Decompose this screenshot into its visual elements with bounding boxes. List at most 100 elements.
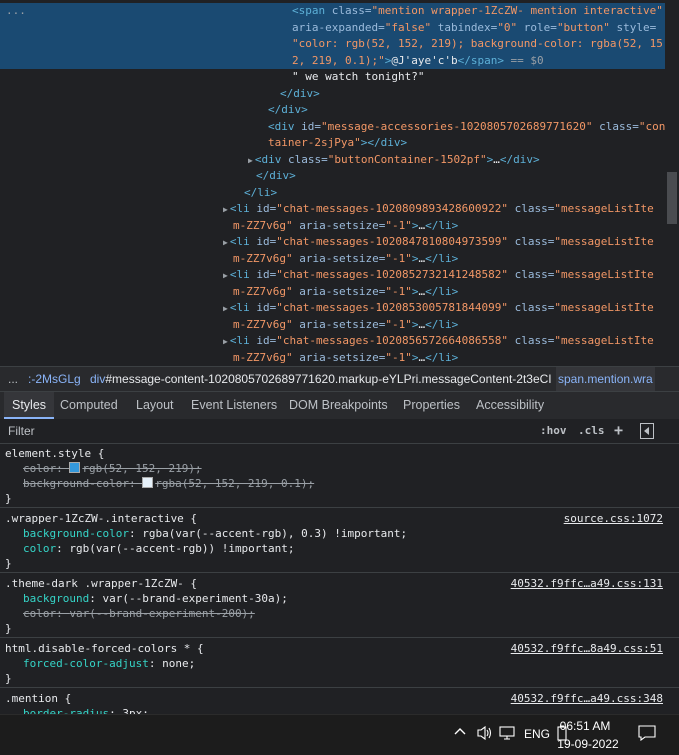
rule-selector[interactable]: .mention { bbox=[5, 691, 71, 706]
color-swatch-icon[interactable] bbox=[142, 477, 154, 488]
breadcrumb-item-1[interactable]: :-2MsGLg bbox=[28, 367, 81, 391]
property-name[interactable]: background-color bbox=[23, 477, 129, 490]
toggle-sidebar-icon[interactable] bbox=[640, 423, 654, 439]
tab-dom-breakpoints[interactable]: DOM Breakpoints bbox=[281, 392, 396, 419]
dom-node-line[interactable]: m-ZZ7v6g" aria-setsize="-1">…</li> bbox=[0, 350, 665, 367]
rule-selector[interactable]: html.disable-forced-colors * { bbox=[5, 641, 204, 656]
dom-node-line[interactable]: </div> bbox=[0, 102, 665, 119]
code-token: <div bbox=[268, 119, 302, 133]
class-toggle[interactable]: .cls bbox=[578, 419, 605, 443]
rule-source-link[interactable]: source.css:1072 bbox=[564, 511, 663, 526]
chevron-up-icon[interactable] bbox=[453, 725, 467, 743]
network-icon[interactable] bbox=[499, 725, 517, 745]
code-token: <div bbox=[254, 152, 288, 166]
property-name[interactable]: color bbox=[23, 607, 56, 620]
tab-computed[interactable]: Computed bbox=[52, 392, 126, 419]
property-value[interactable]: rgba(var(--accent-rgb), 0.3) !important; bbox=[142, 527, 407, 540]
breadcrumb-item-2[interactable]: div#message-content-1020805702689771620.… bbox=[90, 367, 552, 391]
code-token: class= bbox=[592, 119, 639, 133]
code-token: class= bbox=[508, 334, 555, 347]
dom-node-line[interactable]: ▶ <li id="chat-messages-10208565726640865… bbox=[0, 333, 665, 350]
scrollbar-thumb[interactable] bbox=[667, 172, 677, 224]
rule-source-link[interactable]: 40532.f9ffc…a49.css:348 bbox=[511, 691, 663, 706]
color-swatch-icon[interactable] bbox=[69, 462, 81, 473]
property-name[interactable]: color bbox=[23, 462, 56, 475]
code-token: "messageListIte bbox=[554, 301, 654, 314]
selected-node-line[interactable]: aria-expanded="false" tabindex="0" role=… bbox=[0, 19, 665, 36]
tab-properties[interactable]: Properties bbox=[395, 392, 468, 419]
property-name[interactable]: background-color bbox=[23, 527, 129, 540]
dom-node-line[interactable]: </div> bbox=[0, 86, 665, 103]
clock-date[interactable]: 19-09-2022 bbox=[553, 737, 623, 751]
code-token: </li> bbox=[425, 251, 459, 265]
rule-selector[interactable]: .theme-dark .wrapper-1ZcZW- { bbox=[5, 576, 197, 591]
property-value[interactable]: 3px; bbox=[122, 707, 149, 714]
property-value[interactable]: rgb(var(--accent-rgb)) !important; bbox=[69, 542, 294, 555]
property-value[interactable]: none; bbox=[162, 657, 195, 670]
dom-node-line[interactable]: ▶ <li id="chat-messages-10208098934286009… bbox=[0, 201, 665, 218]
dom-node-line[interactable]: m-ZZ7v6g" aria-setsize="-1">…</li> bbox=[0, 251, 665, 268]
dom-node-line[interactable]: m-ZZ7v6g" aria-setsize="-1">…</li> bbox=[0, 317, 665, 334]
tab-accessibility[interactable]: Accessibility bbox=[468, 392, 552, 419]
property-name[interactable]: background bbox=[23, 592, 89, 605]
rule-selector[interactable]: element.style { bbox=[5, 446, 104, 461]
dom-node-line[interactable]: </li> bbox=[0, 185, 665, 202]
selected-node-line[interactable]: <span class="mention wrapper-1ZcZW- ment… bbox=[0, 3, 665, 20]
style-declaration[interactable]: forced-color-adjust: none; bbox=[23, 656, 195, 671]
property-value[interactable]: var(--brand-experiment-30a); bbox=[102, 592, 287, 605]
new-rule-button[interactable]: + bbox=[614, 419, 623, 443]
property-name[interactable]: border-radius bbox=[23, 707, 109, 714]
expand-arrow-icon[interactable]: ▶ bbox=[223, 205, 228, 214]
code-token: "-1" bbox=[385, 350, 412, 364]
code-token: id= bbox=[256, 301, 277, 314]
breadcrumb-more[interactable]: ... bbox=[8, 367, 18, 391]
tab-event-listeners[interactable]: Event Listeners bbox=[183, 392, 285, 419]
notification-icon[interactable] bbox=[638, 725, 656, 745]
expand-arrow-icon[interactable]: ▶ bbox=[223, 337, 228, 346]
language-indicator[interactable]: ENG bbox=[524, 727, 550, 741]
dom-node-line[interactable]: ▶ <li id="chat-messages-10208478108049735… bbox=[0, 234, 665, 251]
property-value[interactable]: var(--brand-experiment-200); bbox=[69, 607, 254, 620]
style-declaration[interactable]: background: var(--brand-experiment-30a); bbox=[23, 591, 288, 606]
style-declaration[interactable]: color: rgb(var(--accent-rgb)) !important… bbox=[23, 541, 295, 556]
code-token: "false" bbox=[384, 20, 432, 34]
filter-input[interactable] bbox=[0, 419, 536, 443]
rule-source-link[interactable]: 40532.f9ffc…a49.css:131 bbox=[511, 576, 663, 591]
style-declaration[interactable]: background-color: rgba(var(--accent-rgb)… bbox=[23, 526, 407, 541]
rule-source-link[interactable]: 40532.f9ffc…8a49.css:51 bbox=[511, 641, 663, 656]
dom-node-line[interactable]: " we watch tonight?" bbox=[0, 69, 665, 86]
dom-node-line[interactable]: m-ZZ7v6g" aria-setsize="-1">…</li> bbox=[0, 284, 665, 301]
dom-node-line[interactable]: </div> bbox=[0, 168, 665, 185]
dom-node-line[interactable]: m-ZZ7v6g" aria-setsize="-1">…</li> bbox=[0, 218, 665, 235]
property-name[interactable]: forced-color-adjust bbox=[23, 657, 149, 670]
dom-node-line[interactable]: ▶ <li id="chat-messages-10208530057818440… bbox=[0, 300, 665, 317]
style-declaration[interactable]: color: rgb(52, 152, 219); bbox=[23, 461, 202, 476]
clock-time[interactable]: 06:51 AM bbox=[555, 719, 615, 733]
tab-layout[interactable]: Layout bbox=[128, 392, 182, 419]
expand-arrow-icon[interactable]: ▶ bbox=[223, 304, 228, 313]
style-declaration[interactable]: color: var(--brand-experiment-200); bbox=[23, 606, 255, 621]
expand-arrow-icon[interactable]: ▶ bbox=[223, 271, 228, 280]
property-value[interactable]: rgba(52, 152, 219, 0.1); bbox=[155, 477, 314, 490]
dom-node-line[interactable]: tainer-2sjPya"></div> bbox=[0, 135, 665, 152]
expand-arrow-icon[interactable]: ▶ bbox=[223, 238, 228, 247]
style-rule: html.disable-forced-colors * { 40532.f9ff… bbox=[0, 639, 679, 688]
rule-selector[interactable]: .wrapper-1ZcZW-.interactive { bbox=[5, 511, 197, 526]
property-value[interactable]: rgb(52, 152, 219); bbox=[82, 462, 201, 475]
dom-node-line[interactable]: <div id="message-accessories-10208057026… bbox=[0, 119, 665, 136]
elements-panel: <span class="mention wrapper-1ZcZW- ment… bbox=[0, 0, 679, 366]
style-declaration[interactable]: border-radius: 3px; bbox=[23, 706, 149, 714]
selected-node-line[interactable]: "color: rgb(52, 152, 219); background-co… bbox=[0, 36, 665, 53]
volume-icon[interactable] bbox=[476, 725, 494, 745]
breadcrumb-item-3[interactable]: span.mention.wra bbox=[556, 367, 655, 391]
dom-node-line[interactable]: ▶ <li id="chat-messages-10208527321412485… bbox=[0, 267, 665, 284]
node-menu-ellipsis[interactable]: ... bbox=[6, 3, 26, 20]
elements-scrollbar[interactable] bbox=[665, 0, 679, 366]
selected-node-line[interactable]: 2, 219, 0.1);">@J'aye'c'b</span> == $0 bbox=[0, 52, 665, 69]
style-declaration[interactable]: background-color: rgba(52, 152, 219, 0.1… bbox=[23, 476, 314, 491]
tab-styles[interactable]: Styles bbox=[4, 392, 55, 419]
hover-state-toggle[interactable]: :hov bbox=[540, 419, 567, 443]
dom-node-line[interactable]: ▶ <div class="buttonContainer-1502pf">…</… bbox=[0, 152, 665, 169]
property-name[interactable]: color bbox=[23, 542, 56, 555]
expand-arrow-icon[interactable]: ▶ bbox=[248, 156, 253, 165]
